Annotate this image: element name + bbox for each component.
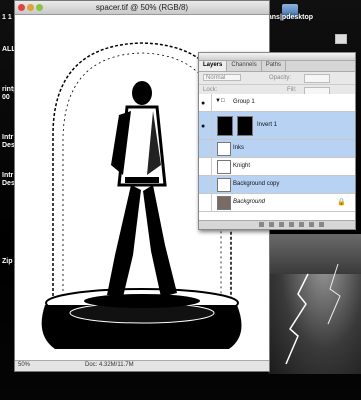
panel-tabs: Layers Channels Paths [199, 61, 355, 72]
layer-row-background[interactable]: Background 🔒 [199, 194, 355, 212]
document-size-info[interactable]: Doc: 4.32M/11.7M [85, 362, 134, 368]
blend-options-row: Normal Opacity: [199, 72, 355, 85]
document-title: spacer.tif @ 50% (RGB/8) [95, 3, 189, 12]
adjustment-thumbnail [217, 116, 233, 136]
minimize-button[interactable] [27, 4, 34, 11]
trash-icon[interactable] [319, 222, 324, 227]
layer-thumbnail [217, 142, 231, 156]
layer-row[interactable]: Knight [199, 158, 355, 176]
close-button[interactable] [18, 4, 25, 11]
layer-name: Inks [233, 145, 245, 151]
eye-icon: ● [201, 122, 206, 130]
visibility-toggle[interactable] [199, 158, 212, 175]
blend-mode-select[interactable]: Normal [203, 74, 241, 81]
tab-layers[interactable]: Layers [199, 61, 228, 71]
layer-name: Group 1 [233, 99, 255, 105]
link-icon[interactable] [259, 222, 264, 227]
folder-icon: ▼□ [215, 98, 225, 104]
layer-style-icon[interactable] [269, 222, 274, 227]
zoom-button[interactable] [36, 4, 43, 11]
tab-paths[interactable]: Paths [262, 61, 287, 71]
eye-icon: ● [201, 99, 206, 107]
new-group-icon[interactable] [299, 222, 304, 227]
layer-thumbnail [217, 160, 231, 174]
desktop-icon-label[interactable]: Intr [2, 172, 13, 179]
mask-icon[interactable] [279, 222, 284, 227]
layer-thumbnail [217, 178, 231, 192]
layer-name: Background [233, 199, 266, 205]
layer-row[interactable]: Background copy [199, 176, 355, 194]
palette-button[interactable] [335, 34, 347, 44]
status-bar: 50% Doc: 4.32M/11.7M [15, 360, 269, 371]
desktop-icon-label[interactable]: Zip [2, 258, 13, 265]
adjustment-icon[interactable] [289, 222, 294, 227]
desktop-icon-label[interactable]: 00 [2, 94, 10, 101]
layer-thumbnail [217, 196, 231, 210]
document-titlebar[interactable]: spacer.tif @ 50% (RGB/8) [15, 1, 269, 15]
layer-name: Invert 1 [257, 122, 278, 128]
visibility-toggle[interactable]: ● [199, 94, 212, 111]
layer-row[interactable]: Inks [199, 140, 355, 158]
desktop-icon-label[interactable]: 1 1 [2, 14, 12, 21]
layer-row-group[interactable]: ● ▼□ Group 1 [199, 94, 355, 112]
lock-icon: 🔒 [337, 199, 346, 206]
desktop-icon-label[interactable]: eans|pdesktop [264, 14, 313, 21]
panel-bottom-toolbar [199, 220, 355, 229]
layers-panel: Layers Channels Paths Normal Opacity: Lo… [198, 52, 356, 230]
opacity-field[interactable] [304, 74, 330, 83]
layer-name: Background copy [233, 181, 280, 187]
visibility-toggle[interactable] [199, 140, 212, 157]
mask-thumbnail [237, 116, 253, 136]
desktop-icon-label[interactable]: Intr [2, 134, 13, 141]
opacity-label: Opacity: [269, 75, 292, 81]
new-layer-icon[interactable] [309, 222, 314, 227]
zoom-level[interactable]: 50% [18, 362, 30, 368]
tab-channels[interactable]: Channels [227, 61, 262, 71]
visibility-toggle[interactable] [199, 176, 212, 193]
layers-list: ● ▼□ Group 1 ● Invert 1 Inks Knight Back… [199, 94, 355, 220]
panel-titlebar[interactable] [199, 53, 355, 61]
layer-row-adjustment[interactable]: ● Invert 1 [199, 112, 355, 140]
layer-name: Knight [233, 163, 251, 169]
fill-label: Fill: [287, 87, 297, 93]
lock-label: Lock: [203, 87, 218, 93]
visibility-toggle[interactable] [199, 194, 212, 211]
wallpaper-lightning [268, 234, 361, 374]
visibility-toggle[interactable]: ● [199, 112, 212, 139]
